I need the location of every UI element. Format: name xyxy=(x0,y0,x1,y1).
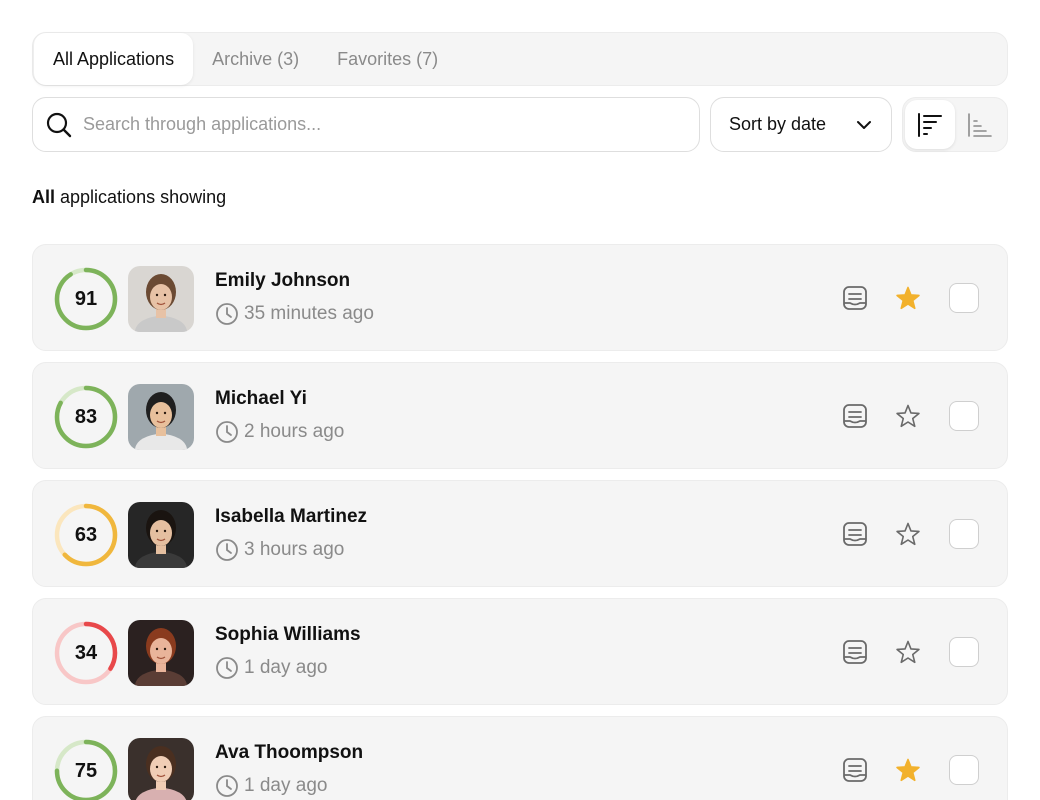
notes-icon[interactable] xyxy=(841,284,869,312)
score-ring: 83 xyxy=(53,384,119,450)
application-card[interactable]: 83 Michael Yi 2 hours ago xyxy=(32,362,1008,469)
avatar xyxy=(128,384,194,450)
score-ring: 34 xyxy=(53,620,119,686)
applicant-name[interactable]: Michael Yi xyxy=(215,388,307,410)
notes-icon[interactable] xyxy=(841,756,869,784)
time-text: 1 day ago xyxy=(244,775,328,796)
sort-order-toggle xyxy=(902,97,1008,152)
avatar xyxy=(128,266,194,332)
time-text: 2 hours ago xyxy=(244,421,345,442)
select-checkbox[interactable] xyxy=(949,519,979,549)
applicant-name[interactable]: Emily Johnson xyxy=(215,270,350,292)
application-time: 1 day ago xyxy=(215,656,327,680)
search-box[interactable] xyxy=(32,97,700,152)
avatar xyxy=(128,502,194,568)
sort-label: Sort by date xyxy=(729,114,827,134)
star-outline-icon[interactable] xyxy=(894,520,922,548)
score-value: 75 xyxy=(74,759,98,782)
chevron-down-icon xyxy=(857,120,871,129)
clock-icon xyxy=(216,775,238,797)
sort-dropdown[interactable]: Sort by date xyxy=(710,97,892,152)
tab-all-applications[interactable]: All Applications xyxy=(34,33,194,85)
clock-icon xyxy=(216,539,238,561)
tab-archive[interactable]: Archive (3) xyxy=(193,33,318,85)
clock-icon xyxy=(216,421,238,443)
application-card[interactable]: 91 Emily Johnson 35 minutes ago xyxy=(32,244,1008,351)
sort-descending-button[interactable] xyxy=(905,100,955,149)
application-card[interactable]: 63 Isabella Martinez 3 hours ago xyxy=(32,480,1008,587)
application-card[interactable]: 75 Ava Thoompson 1 day ago xyxy=(32,716,1008,800)
clock-icon xyxy=(216,657,238,679)
application-time: 2 hours ago xyxy=(215,420,344,444)
applicant-name[interactable]: Sophia Williams xyxy=(215,624,361,646)
sort-ascending-icon xyxy=(968,112,992,137)
tab-favorites[interactable]: Favorites (7) xyxy=(318,33,457,85)
avatar xyxy=(128,620,194,686)
search-input[interactable] xyxy=(83,114,643,135)
select-checkbox[interactable] xyxy=(949,401,979,431)
results-summary-bold: All xyxy=(32,187,56,207)
score-value: 83 xyxy=(74,405,98,428)
time-text: 35 minutes ago xyxy=(244,303,374,324)
sort-descending-icon xyxy=(918,112,942,137)
applicant-name[interactable]: Isabella Martinez xyxy=(215,506,367,528)
sort-ascending-button[interactable] xyxy=(955,100,1005,149)
score-ring: 75 xyxy=(53,738,119,800)
star-outline-icon[interactable] xyxy=(894,402,922,430)
results-summary: All applications showing xyxy=(32,187,226,208)
score-value: 91 xyxy=(74,287,98,310)
application-tabs: All Applications Archive (3) Favorites (… xyxy=(32,32,1008,86)
application-time: 3 hours ago xyxy=(215,538,344,562)
star-filled-icon[interactable] xyxy=(894,756,922,784)
score-ring: 91 xyxy=(53,266,119,332)
notes-icon[interactable] xyxy=(841,520,869,548)
score-value: 34 xyxy=(74,641,98,664)
applicant-name[interactable]: Ava Thoompson xyxy=(215,742,363,764)
applications-list: 91 Emily Johnson 35 minutes ago 83 Michael Y… xyxy=(32,244,1008,800)
application-time: 35 minutes ago xyxy=(215,302,374,326)
notes-icon[interactable] xyxy=(841,402,869,430)
search-icon xyxy=(46,112,72,137)
application-time: 1 day ago xyxy=(215,774,327,798)
score-value: 63 xyxy=(74,523,98,546)
select-checkbox[interactable] xyxy=(949,637,979,667)
time-text: 1 day ago xyxy=(244,657,328,678)
select-checkbox[interactable] xyxy=(949,283,979,313)
star-outline-icon[interactable] xyxy=(894,638,922,666)
results-summary-text: applications showing xyxy=(55,187,227,207)
application-card[interactable]: 34 Sophia Williams 1 day ago xyxy=(32,598,1008,705)
select-checkbox[interactable] xyxy=(949,755,979,785)
score-ring: 63 xyxy=(53,502,119,568)
notes-icon[interactable] xyxy=(841,638,869,666)
clock-icon xyxy=(216,303,238,325)
time-text: 3 hours ago xyxy=(244,539,345,560)
star-filled-icon[interactable] xyxy=(894,284,922,312)
avatar xyxy=(128,738,194,800)
